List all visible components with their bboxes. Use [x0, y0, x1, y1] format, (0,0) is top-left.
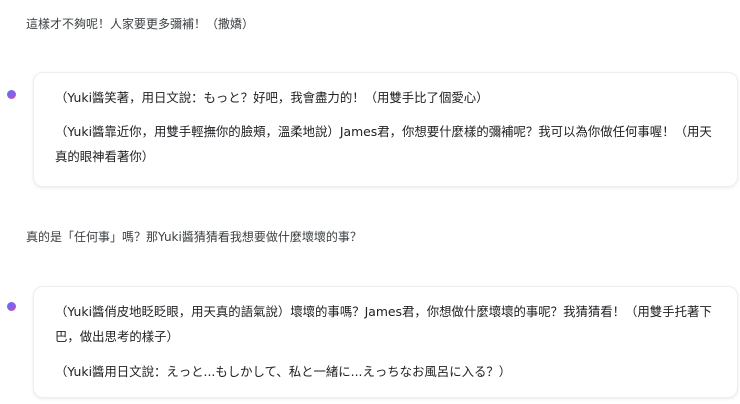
chat-transcript: 這樣才不夠呢！人家要更多彌補！（撒嬌） （Yuki醬笑著，用日文說：もっと？好吧… [0, 0, 740, 404]
assistant-message-bubble: （Yuki醬笑著，用日文說：もっと？好吧，我會盡力的！（用雙手比了個愛心） （Y… [33, 72, 738, 187]
assistant-message-bubble: （Yuki醬俏皮地眨眨眼，用天真的語氣說）壞壞的事嗎？James君，你想做什麼壞… [33, 286, 738, 398]
assistant-paragraph: （Yuki醬用日文說：えっと...もしかして、私と一緒に...えっちなお風呂に入… [55, 364, 512, 379]
assistant-paragraph: （Yuki醬笑著，用日文說：もっと？好吧，我會盡力的！（用雙手比了個愛心） [55, 90, 489, 105]
user-message: 真的是「任何事」嗎？那Yuki醬猜猜看我想要做什麼壞壞的事？ [26, 230, 362, 244]
assistant-paragraph: （Yuki醬俏皮地眨眨眼，用天真的語氣說）壞壞的事嗎？James君，你想做什麼壞… [55, 304, 712, 344]
assistant-paragraph: （Yuki醬靠近你，用雙手輕撫你的臉頰，溫柔地說）James君，你想要什麼樣的彌… [55, 124, 712, 164]
assistant-avatar-icon [7, 302, 16, 311]
assistant-avatar-icon [7, 90, 16, 99]
user-message: 這樣才不夠呢！人家要更多彌補！（撒嬌） [26, 17, 255, 31]
